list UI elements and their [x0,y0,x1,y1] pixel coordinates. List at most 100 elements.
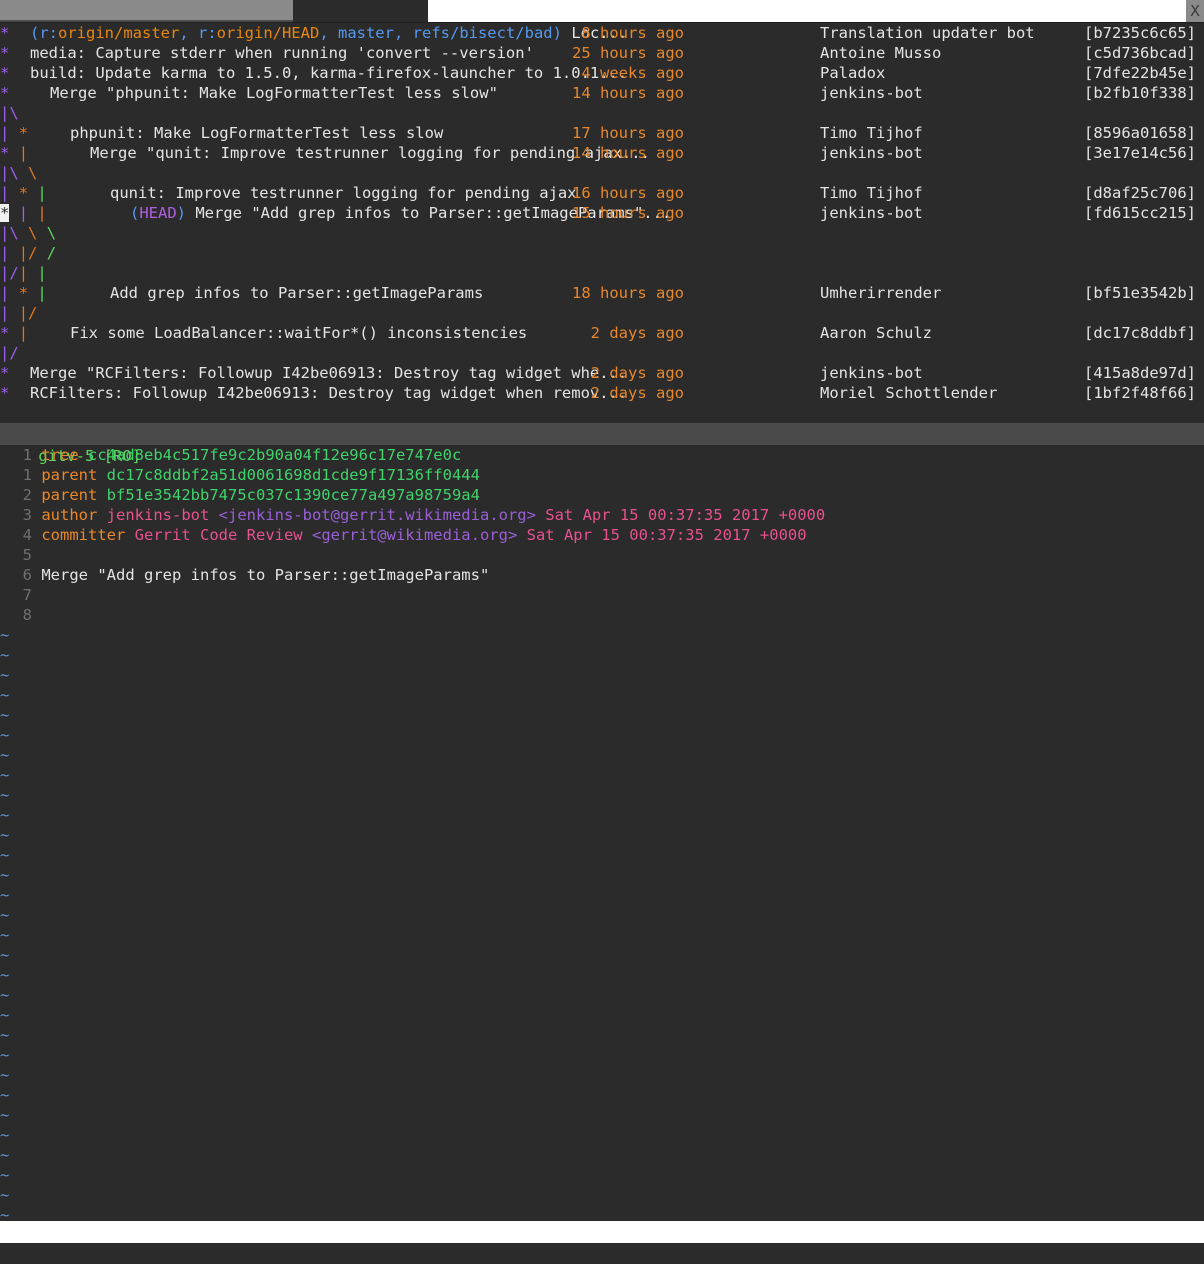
commit-graph: |/ [0,343,19,363]
close-icon[interactable]: X [1186,0,1204,22]
empty-line-marker: ~ [0,886,10,904]
graph-glyph: * [0,384,10,402]
fugitive-commit-pane[interactable]: 1 tree cc4ad8eb4c517fe9c2b90a04f12e96c17… [0,445,1204,1264]
graph-glyph: | [18,304,29,322]
commit-log-row[interactable]: * Merge "RCFilters: Followup I42be06913: … [0,363,1204,383]
commit-author: jenkins-bot [820,84,923,102]
empty-line-marker: ~ [0,1146,10,1164]
graph-glyph: | [18,244,29,262]
commit-log-row[interactable]: | * phpunit: Make LogFormatterTest less s… [0,123,1204,143]
commit-author: Moriel Schottlender [820,384,998,402]
line-gutter-space [32,566,41,584]
commit-log-row[interactable]: * | | (HEAD) Merge "Add grep infos to Par… [0,203,1204,223]
commit-graph-row[interactable]: |\ [0,103,1204,123]
line-number: 1 [22,466,32,484]
commit-log-row[interactable]: * Merge "phpunit: Make LogFormatterTest l… [0,83,1204,103]
commit-graph-row[interactable]: |\ \ [0,163,1204,183]
fugitive-token: Sat Apr 15 00:37:35 2017 +0000 [517,526,807,544]
commit-graph: | * | [0,283,47,303]
commit-log-row[interactable]: * RCFilters: Followup I42be06913: Destroy… [0,383,1204,403]
fugitive-token: Merge "Add grep infos to Parser::getImag… [41,566,490,584]
commit-graph-row[interactable]: | |/ / [0,243,1204,263]
empty-line-marker: ~ [0,1026,10,1044]
commit-log-row[interactable]: * (r:origin/master, r:origin/HEAD, master… [0,23,1204,43]
commit-graph: * [0,43,9,63]
commit-graph: * | | [0,203,47,223]
fugitive-line[interactable]: 1 tree cc4ad8eb4c517fe9c2b90a04f12e96c17… [0,445,1204,465]
fugitive-line[interactable]: 5 [0,545,1204,565]
fugitive-line[interactable]: 7 [0,585,1204,605]
commit-subject: (r:origin/master, r:origin/HEAD, master,… [30,23,627,43]
commit-ref: ) [552,24,562,42]
commit-subject-text: Merge "phpunit: Make LogFormatterTest le… [50,84,498,102]
gitv-commit-log-pane[interactable]: * (r:origin/master, r:origin/HEAD, master… [0,23,1204,423]
empty-line-marker: ~ [0,946,10,964]
fugitive-token: parent [41,466,107,484]
graph-glyph [9,184,18,202]
command-line[interactable] [0,1243,1204,1264]
graph-glyph [9,144,18,162]
commit-log-row[interactable]: * media: Capture stderr when running 'con… [0,43,1204,63]
fugitive-line[interactable]: 1 parent dc17c8ddbf2a51d0061698d1cde9f17… [0,465,1204,485]
commit-ref: master [337,24,394,42]
fugitive-line[interactable]: 3 author jenkins-bot <jenkins-bot@gerrit… [0,505,1204,525]
fugitive-line[interactable]: 4 committer Gerrit Code Review <gerrit@w… [0,525,1204,545]
graph-glyph: \ [9,164,19,182]
graph-glyph [9,244,18,262]
commit-log-row[interactable]: | * | qunit: Improve testrunner logging f… [0,183,1204,203]
graph-glyph: | [18,204,29,222]
empty-line-marker: ~ [0,1086,10,1104]
line-gutter-space [32,506,41,524]
graph-glyph [28,204,37,222]
commit-subject-text: Add grep infos to Parser::getImageParams [110,284,484,302]
commit-date: 14 hours ago [572,84,684,102]
graph-glyph: | [0,284,10,302]
tab-install[interactable]: f///h/d/s/m/.g//f/INSTALL [0,0,294,22]
commit-graph: |\ \ \ [0,223,56,243]
empty-line-marker: ~ [0,1166,10,1184]
graph-glyph: \ [28,164,38,182]
commit-graph-row[interactable]: |/| | [0,263,1204,283]
commit-author: Antoine Musso [820,44,942,62]
graph-glyph: | [0,344,10,362]
graph-glyph [28,264,37,282]
commit-ref: ) [176,204,187,222]
commit-ref: ( [130,204,140,222]
commit-author: Timo Tijhof [820,184,923,202]
graph-glyph: / [28,304,38,322]
graph-glyph: | [37,284,47,302]
graph-glyph [28,284,37,302]
commit-author: Aaron Schulz [820,324,932,342]
commit-log-row[interactable]: * | Merge "qunit: Improve testrunner logg… [0,143,1204,163]
empty-line-marker: ~ [0,646,10,664]
tab-gitv-5[interactable]: 2 gitv-5 [293,0,428,22]
commit-log-row[interactable]: | * | Add grep infos to Parser::getImageP… [0,283,1204,303]
commit-graph: * [0,363,9,383]
commit-graph-row[interactable]: |/ [0,343,1204,363]
fugitive-line[interactable]: 2 parent bf51e3542bb7475c037c1390ce77a49… [0,485,1204,505]
graph-glyph: \ [9,224,19,242]
commit-subject-text: Merge "RCFilters: Followup I42be06913: D… [30,364,628,382]
fugitive-line[interactable]: 8 [0,605,1204,625]
graph-glyph: * [0,324,10,342]
fugitive-line[interactable]: 6 Merge "Add grep infos to Parser::getIm… [0,565,1204,585]
commit-log-row[interactable]: * build: Update karma to 1.5.0, karma-fir… [0,63,1204,83]
empty-line-marker: ~ [0,1106,10,1124]
commit-subject-text: Fix some LoadBalancer::waitFor*() incons… [70,324,528,342]
commit-hash: [c5d736bcad] [1084,44,1196,62]
load-more-row[interactable]: -- Load More -- [0,403,1204,423]
graph-glyph: | [37,204,47,222]
commit-graph-row[interactable]: |\ \ \ [0,223,1204,243]
line-gutter-space [32,446,41,464]
graph-glyph: | [0,164,10,182]
graph-glyph: | [0,104,10,122]
commit-graph: |/| | [0,263,47,283]
commit-graph-row[interactable]: | |/ [0,303,1204,323]
fugitive-token: Sat Apr 15 00:37:35 2017 +0000 [535,506,826,524]
commit-subject: build: Update karma to 1.5.0, karma-fire… [30,63,627,83]
commit-log-row[interactable]: * | Fix some LoadBalancer::waitFor*() inc… [0,323,1204,343]
graph-glyph: * [0,144,10,162]
commit-subject: Fix some LoadBalancer::waitFor*() incons… [70,323,527,343]
commit-graph: * [0,83,9,103]
commit-graph: * [0,383,9,403]
